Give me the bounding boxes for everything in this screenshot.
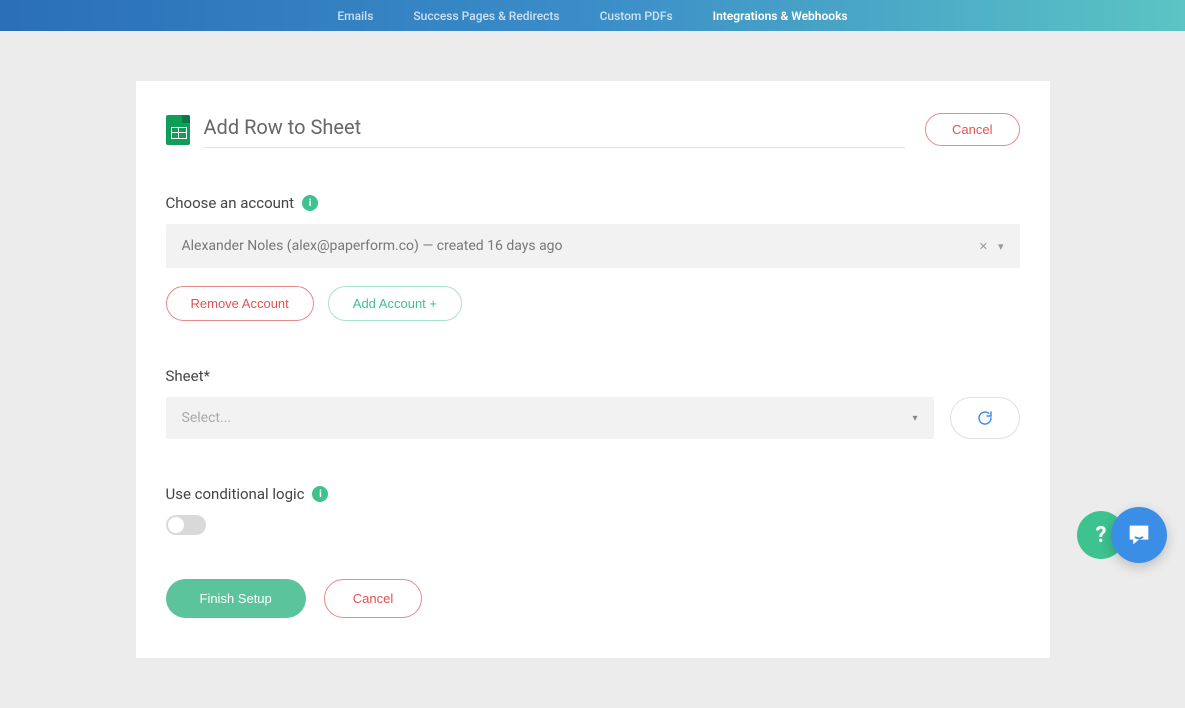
- dropdown-caret-icon[interactable]: ▾: [998, 240, 1004, 253]
- page-background: Cancel Choose an account i Alexander Nol…: [0, 31, 1185, 708]
- account-selected-value: Alexander Noles (alex@paperform.co) — cr…: [182, 238, 563, 254]
- chat-icon: [1125, 521, 1153, 549]
- add-account-button[interactable]: Add Account +: [328, 286, 462, 321]
- top-nav: Emails Success Pages & Redirects Custom …: [0, 0, 1185, 31]
- remove-account-button[interactable]: Remove Account: [166, 286, 314, 321]
- refresh-sheet-button[interactable]: [950, 397, 1020, 439]
- cancel-button-top[interactable]: Cancel: [925, 113, 1019, 146]
- nav-tab-custom-pdfs[interactable]: Custom PDFs: [600, 9, 673, 23]
- refresh-icon: [977, 410, 993, 426]
- sheet-placeholder: Select...: [182, 410, 232, 426]
- account-label-text: Choose an account: [166, 194, 295, 212]
- google-sheets-icon: [166, 115, 190, 145]
- nav-tab-success-pages[interactable]: Success Pages & Redirects: [413, 9, 559, 23]
- integration-setup-card: Cancel Choose an account i Alexander Nol…: [136, 81, 1050, 658]
- sheet-row: Select... ▾: [166, 397, 1020, 439]
- sheet-label-text: Sheet*: [166, 367, 210, 385]
- nav-tab-emails[interactable]: Emails: [337, 9, 373, 23]
- sheet-select[interactable]: Select... ▾: [166, 397, 934, 439]
- clear-account-icon[interactable]: ✕: [979, 240, 988, 253]
- info-icon[interactable]: i: [312, 486, 328, 502]
- logic-label-text: Use conditional logic: [166, 485, 305, 503]
- cancel-button-bottom[interactable]: Cancel: [324, 579, 422, 618]
- account-section-label: Choose an account i: [166, 194, 1020, 212]
- account-select[interactable]: Alexander Noles (alex@paperform.co) — cr…: [166, 224, 1020, 268]
- conditional-logic-toggle[interactable]: [166, 515, 206, 535]
- card-header: Cancel: [166, 111, 1020, 148]
- info-icon[interactable]: i: [302, 195, 318, 211]
- question-mark-icon: ?: [1096, 523, 1107, 548]
- footer-buttons: Finish Setup Cancel: [166, 579, 1020, 618]
- sheet-section-label: Sheet*: [166, 367, 1020, 385]
- nav-tab-integrations[interactable]: Integrations & Webhooks: [713, 9, 848, 23]
- floating-action-buttons: ?: [1077, 507, 1167, 563]
- finish-setup-button[interactable]: Finish Setup: [166, 579, 306, 618]
- chevron-down-icon: ▾: [912, 413, 917, 424]
- logic-section-label: Use conditional logic i: [166, 485, 1020, 503]
- account-buttons: Remove Account Add Account +: [166, 286, 1020, 321]
- integration-title-input[interactable]: [204, 111, 906, 148]
- chat-fab[interactable]: [1111, 507, 1167, 563]
